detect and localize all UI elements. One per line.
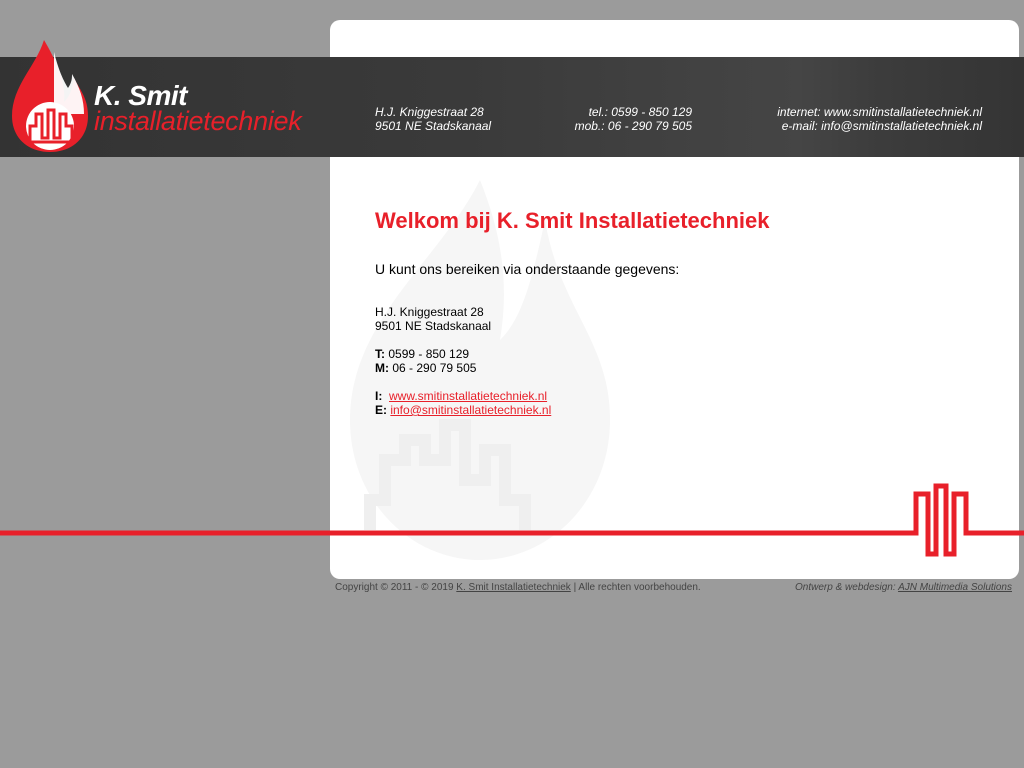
tel-value: 0599 - 850 129: [388, 347, 470, 361]
copyright-suffix: | Alle rechten voorbehouden.: [573, 582, 701, 593]
contact-address: H.J. Kniggestraat 28 9501 NE Stadskanaal: [375, 305, 491, 333]
page-title: Welkom bij K. Smit Installatietechniek: [375, 208, 770, 233]
website-link[interactable]: www.smitinstallatietechniek.nl: [389, 389, 547, 403]
design-prefix: Ontwerp & webdesign:: [795, 582, 896, 593]
red-radiator-line: [0, 483, 1024, 557]
contact-phones: T: 0599 - 850 129 M: 06 - 290 79 505: [375, 347, 476, 375]
contact-address-line2: 9501 NE Stadskanaal: [375, 319, 492, 333]
header-address-line2: 9501 NE Stadskanaal: [375, 119, 492, 133]
tel-label: T:: [375, 347, 385, 361]
contact-tel-row: T: 0599 - 850 129: [375, 347, 476, 361]
header-internet: internet: www.smitinstallatietechniek.nl: [777, 105, 982, 119]
header-online: internet: www.smitinstallatietechniek.nl…: [740, 105, 982, 133]
footer-copyright: Copyright © 2011 - © 2019 K. Smit Instal…: [335, 582, 701, 593]
logo-tagline: installatietechniek: [94, 106, 302, 136]
mob-label: M:: [375, 361, 389, 375]
header-address: H.J. Kniggestraat 28 9501 NE Stadskanaal: [375, 105, 491, 133]
intro-text: U kunt ons bereiken via onderstaande geg…: [375, 261, 680, 277]
header-email: e-mail: info@smitinstallatietechniek.nl: [781, 119, 982, 133]
header-address-line1: H.J. Kniggestraat 28: [375, 105, 484, 119]
email-label: E:: [375, 403, 387, 417]
footer-credits: Ontwerp & webdesign: AJN Multimedia Solu…: [795, 582, 1012, 593]
flame-logo-icon: [12, 40, 88, 152]
copyright-link[interactable]: K. Smit Installatietechniek: [456, 582, 571, 593]
mob-value: 06 - 290 79 505: [392, 361, 477, 375]
company-logo[interactable]: K. Smit installatietechniek: [10, 38, 330, 154]
designer-link[interactable]: AJN Multimedia Solutions: [898, 582, 1012, 593]
copyright-prefix: Copyright © 2011 - © 2019: [335, 582, 454, 593]
web-label: I:: [375, 389, 383, 403]
contact-mob-row: M: 06 - 290 79 505: [375, 361, 476, 375]
header-tel: tel.: 0599 - 850 129: [588, 105, 692, 119]
header-phones: tel.: 0599 - 850 129 mob.: 06 - 290 79 5…: [540, 105, 692, 133]
contact-email-row: E: info@smitinstallatietechniek.nl: [375, 403, 551, 417]
header-mob: mob.: 06 - 290 79 505: [574, 119, 692, 133]
page: K. Smit installatietechniek H.J. Knigges…: [0, 0, 1024, 768]
email-link[interactable]: info@smitinstallatietechniek.nl: [390, 403, 551, 417]
contact-web-row: I: www.smitinstallatietechniek.nl: [375, 389, 551, 403]
main-content: Welkom bij K. Smit Installatietechniek U…: [375, 208, 975, 417]
contact-links: I: www.smitinstallatietechniek.nl E: inf…: [375, 389, 551, 417]
contact-address-line1: H.J. Kniggestraat 28: [375, 305, 484, 319]
